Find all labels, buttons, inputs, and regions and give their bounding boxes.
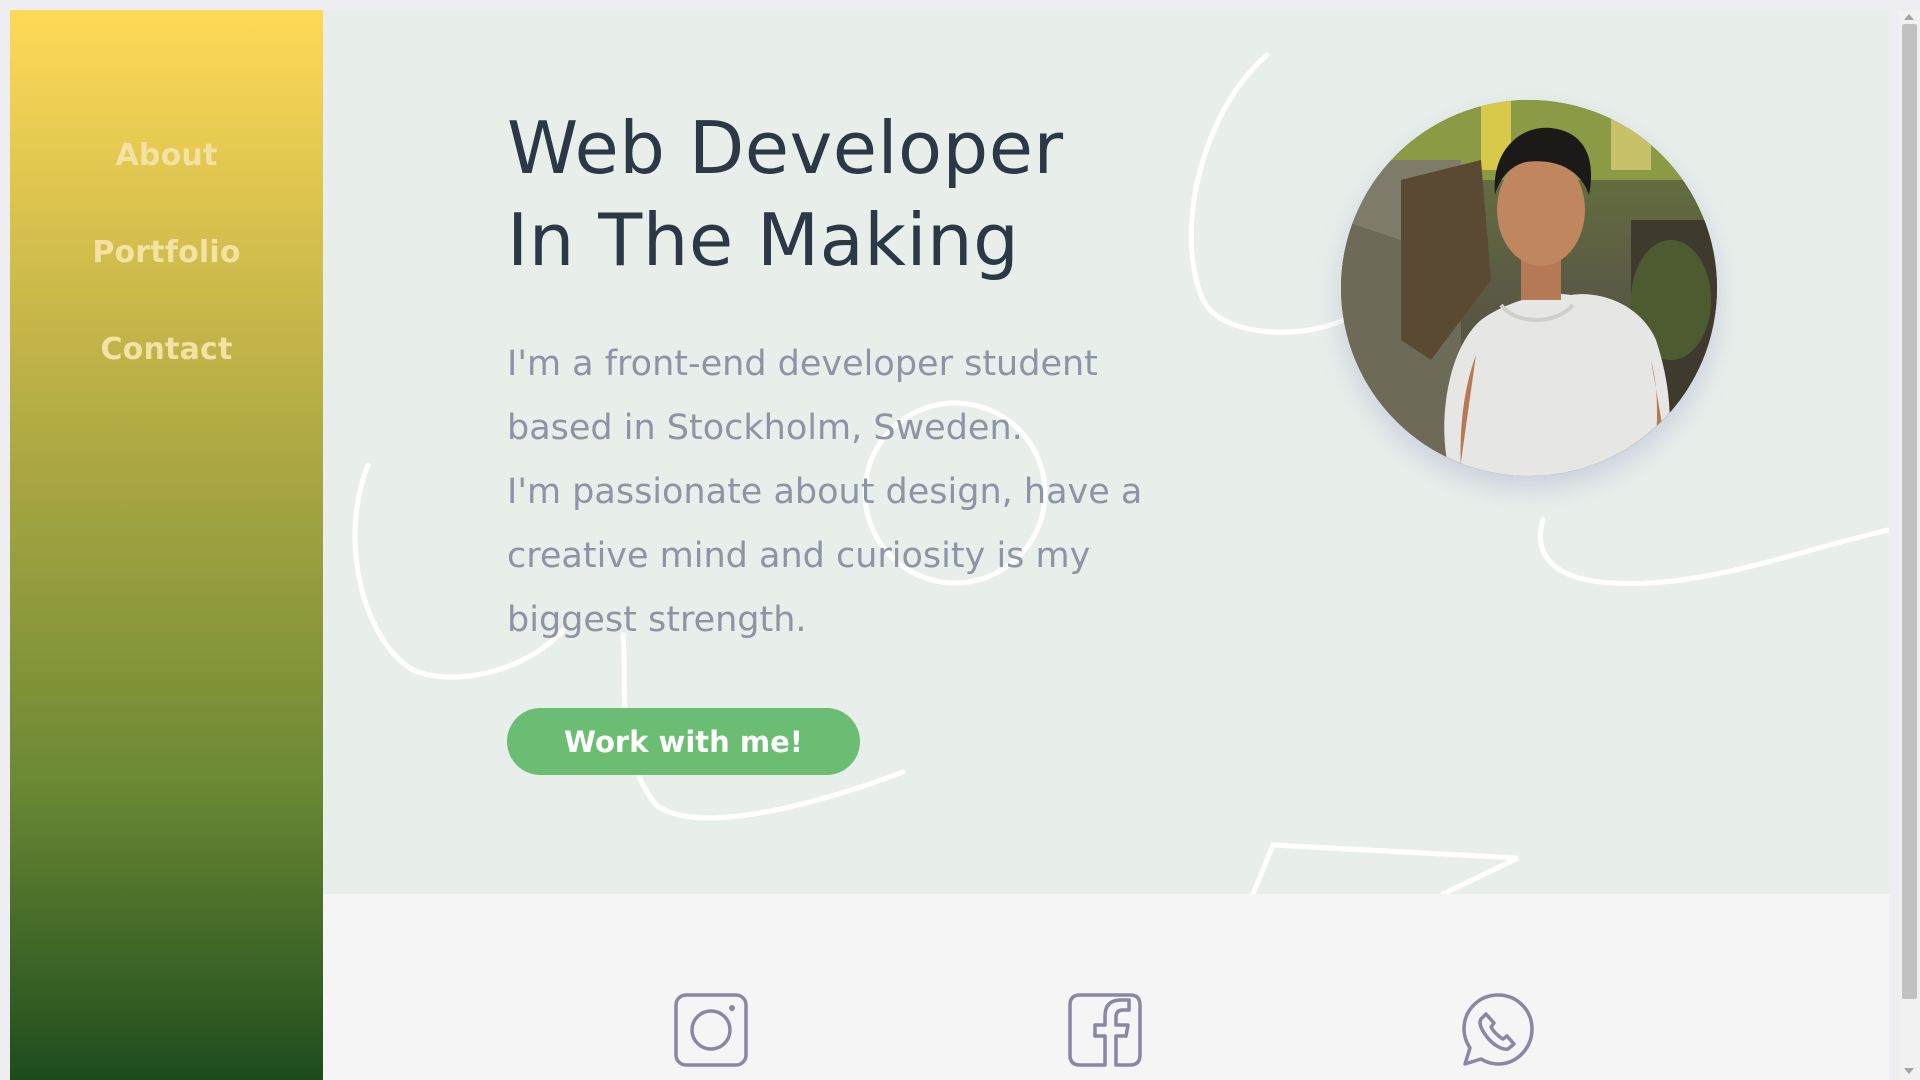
hero-text-line: I'm passionate about design, have a [507,472,1143,512]
scroll-up-arrow-icon[interactable] [1904,14,1914,20]
hero-title: Web Developer In The Making [507,102,1064,286]
hero-text-line: based in Stockholm, Sweden. [507,408,1023,448]
profile-photo-illustration [1341,100,1717,476]
hero-intro-text: I'm a front-end developer student based … [507,332,1187,652]
profile-photo [1341,100,1717,476]
facebook-icon[interactable] [1067,992,1143,1068]
social-links [323,894,1889,1080]
whatsapp-icon[interactable] [1460,992,1536,1068]
nav-link-contact[interactable]: Contact [10,332,323,367]
work-with-me-button[interactable]: Work with me! [507,708,860,775]
vertical-scrollbar[interactable] [1899,10,1920,1080]
hero-section: Web Developer In The Making I'm a front-… [323,10,1889,894]
scroll-down-arrow-icon[interactable] [1904,1068,1914,1074]
hero-text-line: creative mind and curiosity is my [507,536,1091,576]
scrollbar-thumb[interactable] [1902,24,1917,999]
sidebar-nav: About Portfolio Contact [10,10,323,1080]
nav-link-about[interactable]: About [10,138,323,173]
hero-title-line: Web Developer [507,106,1064,190]
hero-text-line: biggest strength. [507,600,807,640]
page-viewport: About Portfolio Contact Web Developer In… [10,10,1889,1080]
instagram-icon[interactable] [673,992,749,1068]
hero-text-line: I'm a front-end developer student [507,344,1098,384]
hero-title-line: In The Making [507,198,1020,282]
nav-link-portfolio[interactable]: Portfolio [10,235,323,270]
